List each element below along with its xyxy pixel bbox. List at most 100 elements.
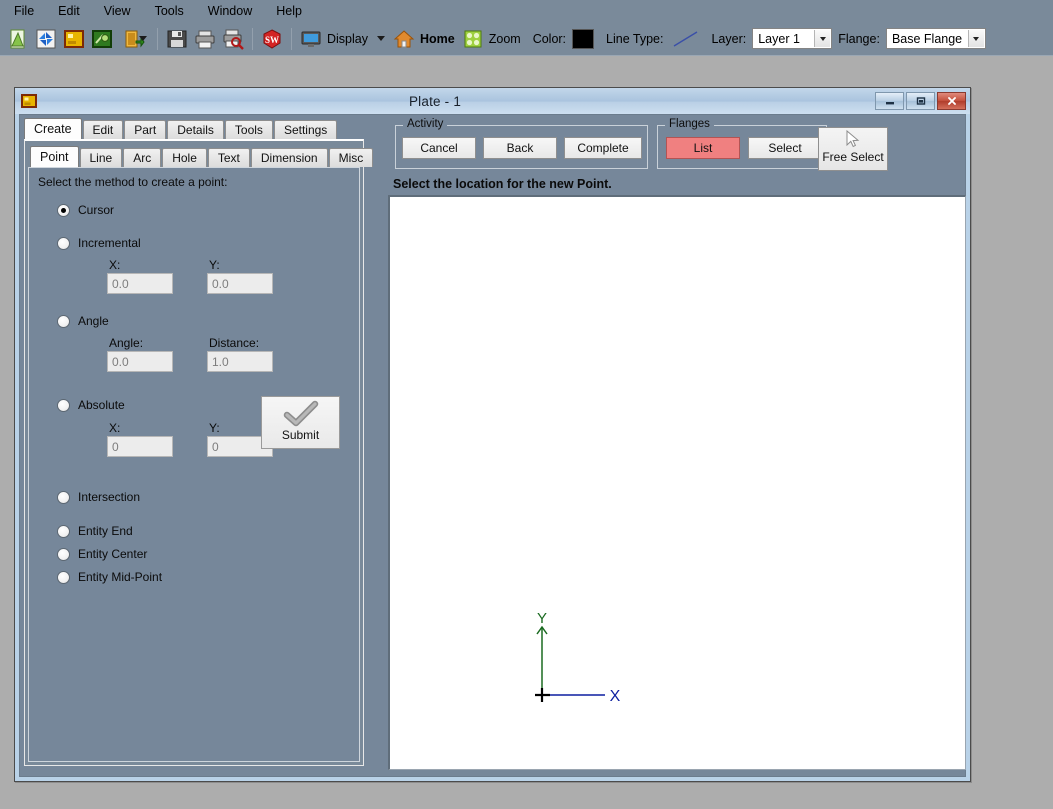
minimize-icon [885,102,894,105]
export-button[interactable] [89,26,115,52]
flanges-group-title: Flanges [665,118,714,130]
incremental-y-input[interactable] [207,273,273,294]
radio-cursor[interactable]: Cursor [57,203,114,217]
radio-entity-center[interactable]: Entity Center [57,547,147,561]
tab-arc[interactable]: Arc [123,148,162,167]
radio-intersection-label: Intersection [78,490,141,504]
back-button[interactable]: Back [483,137,557,159]
print-preview-button[interactable] [220,26,246,52]
free-select-label: Free Select [822,150,884,164]
radio-incremental-indicator[interactable] [57,236,70,250]
radio-angle[interactable]: Angle [57,314,109,328]
tab-edit[interactable]: Edit [82,120,124,139]
origin-marker [535,688,550,702]
drawing-canvas[interactable]: Y X [388,195,966,770]
import-dropdown-caret-icon[interactable] [139,36,147,41]
line-type-label: Line Type: [606,31,664,46]
line-type-preview[interactable] [668,26,704,52]
radio-intersection-indicator[interactable] [57,490,70,504]
radio-entity-midpoint-indicator[interactable] [57,570,70,584]
tab-settings[interactable]: Settings [273,120,338,139]
tab-line[interactable]: Line [79,148,123,167]
absolute-x-label: X: [109,421,121,435]
radio-absolute-indicator[interactable] [57,398,70,412]
flanges-list-button[interactable]: List [666,137,740,159]
radio-entity-center-indicator[interactable] [57,547,70,561]
tab-text[interactable]: Text [207,148,250,167]
flange-dropdown-arrow-icon[interactable] [967,30,984,47]
radio-entity-midpoint[interactable]: Entity Mid-Point [57,570,162,584]
flange-select[interactable]: Base Flange [885,28,986,49]
radio-entity-end-indicator[interactable] [57,524,70,538]
incremental-x-label: X: [109,258,121,272]
toolbar: SW Display Home Zoom Color: Line Type: L… [0,22,1053,56]
free-select-button[interactable]: Free Select [818,127,888,171]
distance-label: Distance: [209,336,260,350]
radio-incremental-label: Incremental [78,236,141,250]
print-icon [195,30,215,48]
zoom-button[interactable] [460,26,486,52]
flange-label: Flange: [838,31,880,46]
display-label[interactable]: Display [327,32,368,46]
home-label[interactable]: Home [420,32,455,46]
monitor-icon [301,31,321,47]
radio-cursor-indicator[interactable] [57,203,70,217]
radio-entity-end-label: Entity End [78,524,133,538]
close-button[interactable] [937,92,966,110]
radio-incremental[interactable]: Incremental [57,236,141,250]
absolute-x-input[interactable] [107,436,173,457]
import-button[interactable] [117,26,151,52]
window-client-area: Create Edit Part Details Tools Settings … [19,114,966,777]
home-button[interactable] [391,26,417,52]
submit-button[interactable]: Submit [261,396,340,449]
restore-icon [916,97,925,105]
layer-select[interactable]: Layer 1 [752,28,833,49]
menu-item-edit[interactable]: Edit [46,2,92,20]
flanges-select-button[interactable]: Select [748,137,822,159]
distance-input[interactable] [207,351,273,372]
display-dropdown-caret-icon[interactable] [377,36,385,41]
solidworks-icon: SW [263,28,281,49]
open-file-button[interactable] [33,26,59,52]
cancel-button[interactable]: Cancel [402,137,476,159]
window-title-bar[interactable]: Plate - 1 [15,88,970,114]
menu-item-file[interactable]: File [0,2,46,20]
new-document-button[interactable] [5,26,31,52]
zoom-label[interactable]: Zoom [489,32,521,46]
tab-point[interactable]: Point [30,146,79,167]
display-button[interactable] [298,26,324,52]
solidworks-button[interactable]: SW [259,26,285,52]
minimize-button[interactable] [875,92,904,110]
radio-entity-end[interactable]: Entity End [57,524,133,538]
menu-item-tools[interactable]: Tools [143,2,196,20]
radio-intersection[interactable]: Intersection [57,490,140,504]
cursor-arrow-icon [846,130,860,148]
layer-dropdown-arrow-icon[interactable] [814,30,831,47]
tab-part[interactable]: Part [124,120,167,139]
incremental-x-input[interactable] [107,273,173,294]
restore-button[interactable] [906,92,935,110]
tab-details[interactable]: Details [167,120,224,139]
menu-item-help[interactable]: Help [264,2,314,20]
left-panel: Point Line Arc Hole Text Dimension Misc … [24,139,374,766]
menu-item-window[interactable]: Window [196,2,264,20]
tab-dimension[interactable]: Dimension [250,148,328,167]
export-icon [92,29,112,48]
angle-input[interactable] [107,351,173,372]
radio-angle-indicator[interactable] [57,314,70,328]
mdi-desktop: Plate - 1 Create Edit Part Details Tools… [0,57,1053,809]
radio-absolute[interactable]: Absolute [57,398,125,412]
tab-misc[interactable]: Misc [328,148,374,167]
tab-create[interactable]: Create [24,118,82,139]
zoom-icon [464,30,482,47]
tab-tools[interactable]: Tools [224,120,273,139]
plate-button[interactable] [61,26,87,52]
complete-button[interactable]: Complete [564,137,642,159]
toolbar-separator-2 [252,27,253,50]
save-button[interactable] [164,26,190,52]
color-swatch[interactable] [572,28,595,49]
absolute-y-label: Y: [209,421,220,435]
menu-item-view[interactable]: View [92,2,143,20]
print-button[interactable] [192,26,218,52]
tab-hole[interactable]: Hole [162,148,207,167]
